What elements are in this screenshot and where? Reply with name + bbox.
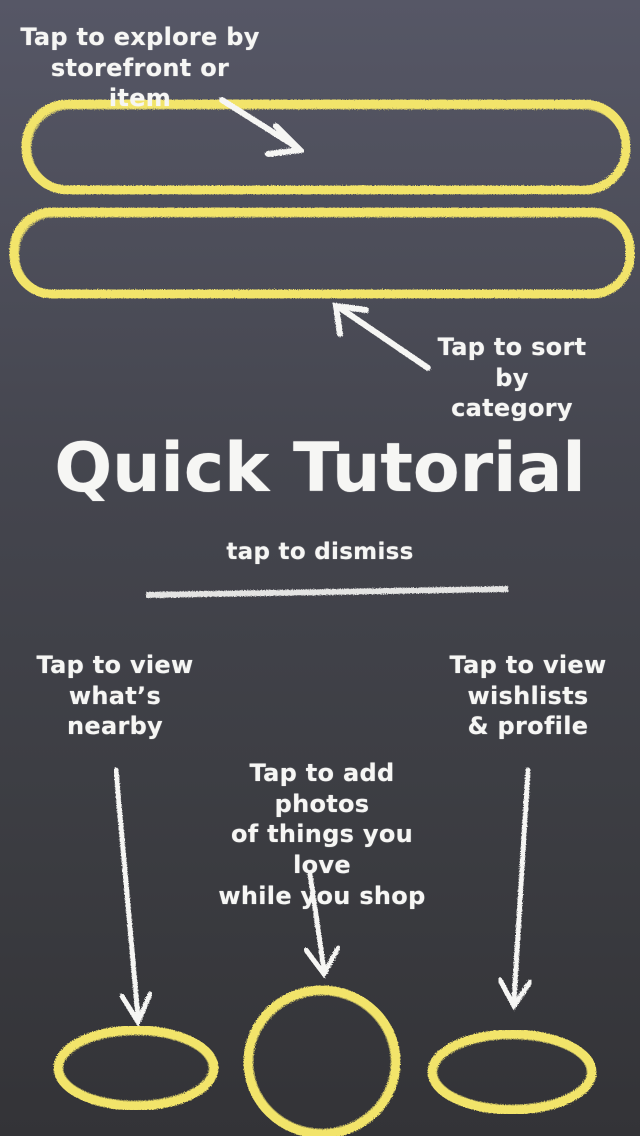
chalk-arrow-icon xyxy=(332,302,431,371)
photos-hint-text: Tap to add photos of things you love whi… xyxy=(218,759,426,910)
category-bar-target[interactable] xyxy=(14,212,630,294)
tab-nearby-target[interactable] xyxy=(58,1030,214,1106)
dismiss-underline xyxy=(146,586,508,598)
page-title: Quick Tutorial xyxy=(54,429,586,508)
tab-profile-target[interactable] xyxy=(432,1034,592,1110)
tab-add-photo-target[interactable] xyxy=(248,990,396,1134)
profile-hint-text: Tap to view wishlists & profile xyxy=(449,651,607,741)
category-hint-text: Tap to sort by category xyxy=(437,333,587,423)
nearby-hint-text: Tap to view what’s nearby xyxy=(36,651,194,741)
chalk-arrow-icon xyxy=(497,767,533,1011)
dismiss-link[interactable]: tap to dismiss xyxy=(0,538,640,567)
search-hint-text: Tap to explore by storefront or item xyxy=(20,23,260,113)
chalk-arrow-icon xyxy=(113,767,153,1028)
search-bar-target[interactable] xyxy=(26,104,626,190)
